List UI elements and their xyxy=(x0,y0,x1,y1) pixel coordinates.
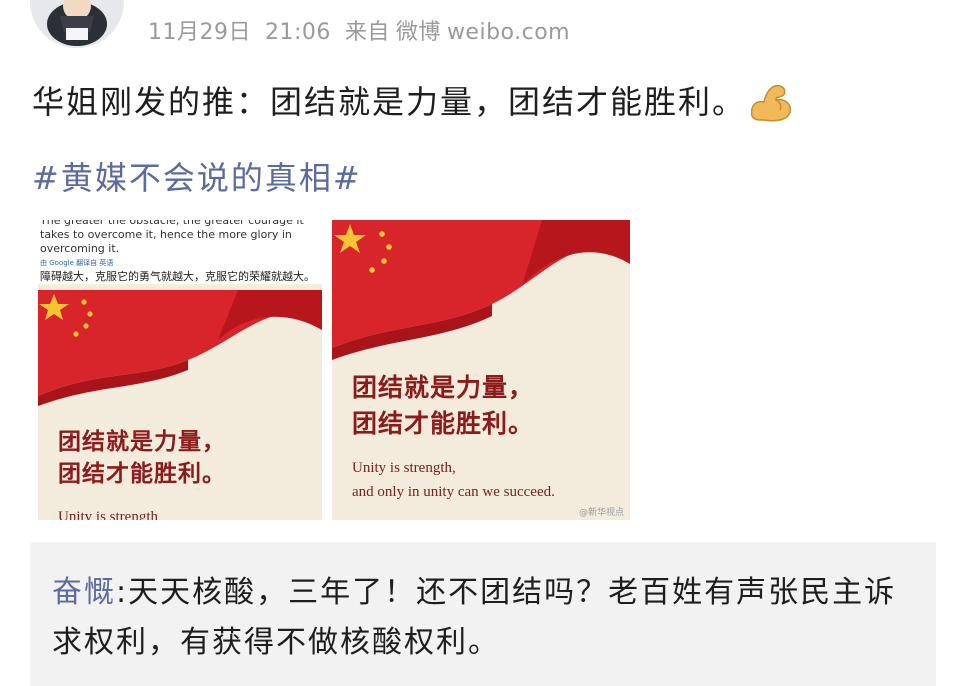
post-body: 华姐刚发的推：团结就是力量，团结才能胜利。 xyxy=(32,83,747,121)
post-time: 21:06 xyxy=(265,20,331,45)
poster-english-line-2: and only in unity can we succeed. xyxy=(352,484,555,500)
poster-slogan-line-1: 团结就是力量， xyxy=(352,373,535,402)
flexed-biceps-icon xyxy=(746,80,794,124)
poster-slogan: 团结就是力量， 团结才能胜利。 xyxy=(58,426,226,490)
watermark: @新华视点 xyxy=(578,508,624,518)
poster-slogan-line-2: 团结才能胜利。 xyxy=(58,460,226,487)
quote-chinese: 障碍越大，克服它的勇气就越大，克服它的荣耀就越大。 xyxy=(40,270,315,283)
comment-box: 奋慨:天天核酸，三年了！还不团结吗？老百姓有声张民主诉求权利，有获得不做核酸权利… xyxy=(30,542,936,686)
tweet-quote: The greater the obstacle, the greater co… xyxy=(38,220,322,284)
comment-body: 天天核酸，三年了！还不团结吗？老百姓有声张民主诉求权利，有获得不做核酸权利。 xyxy=(52,575,897,660)
post-image-1[interactable]: The greater the obstacle, the greater co… xyxy=(38,220,322,520)
poster-english-line-1: Unity is strength, xyxy=(352,460,456,476)
poster-slogan-line-1: 团结就是力量， xyxy=(58,428,226,455)
poster-english: Unity is strength, and only in unity can… xyxy=(352,456,555,504)
poster-english-line-1: Unity is strength xyxy=(58,509,158,520)
avatar[interactable] xyxy=(30,0,124,48)
comment-separator: : xyxy=(116,575,129,610)
post-text: 华姐刚发的推：团结就是力量，团结才能胜利。 xyxy=(32,80,794,124)
poster-slogan-line-2: 团结才能胜利。 xyxy=(352,409,535,438)
quote-english: The greater the obstacle, the greater co… xyxy=(40,220,304,255)
post-source-site[interactable]: weibo.com xyxy=(447,20,570,45)
post-image-2[interactable]: 团结就是力量， 团结才能胜利。 Unity is strength, and o… xyxy=(332,220,630,520)
poster-slogan: 团结就是力量， 团结才能胜利。 xyxy=(352,370,534,442)
post-source-app[interactable]: 微博 xyxy=(396,20,441,45)
comment: 奋慨:天天核酸，三年了！还不团结吗？老百姓有声张民主诉求权利，有获得不做核酸权利… xyxy=(52,568,922,668)
post-meta: 11月29日 21:06 来自 微博 weibo.com xyxy=(148,14,584,46)
post-source-prefix: 来自 xyxy=(344,20,390,45)
translation-source[interactable]: 由 Google 翻译自 英语 xyxy=(40,256,320,270)
poster-english: Unity is strength xyxy=(58,506,158,520)
comment-username[interactable]: 奋慨 xyxy=(52,575,116,610)
topic-link[interactable]: #黄媒不会说的真相# xyxy=(32,156,362,200)
post-date: 11月29日 xyxy=(148,20,251,45)
